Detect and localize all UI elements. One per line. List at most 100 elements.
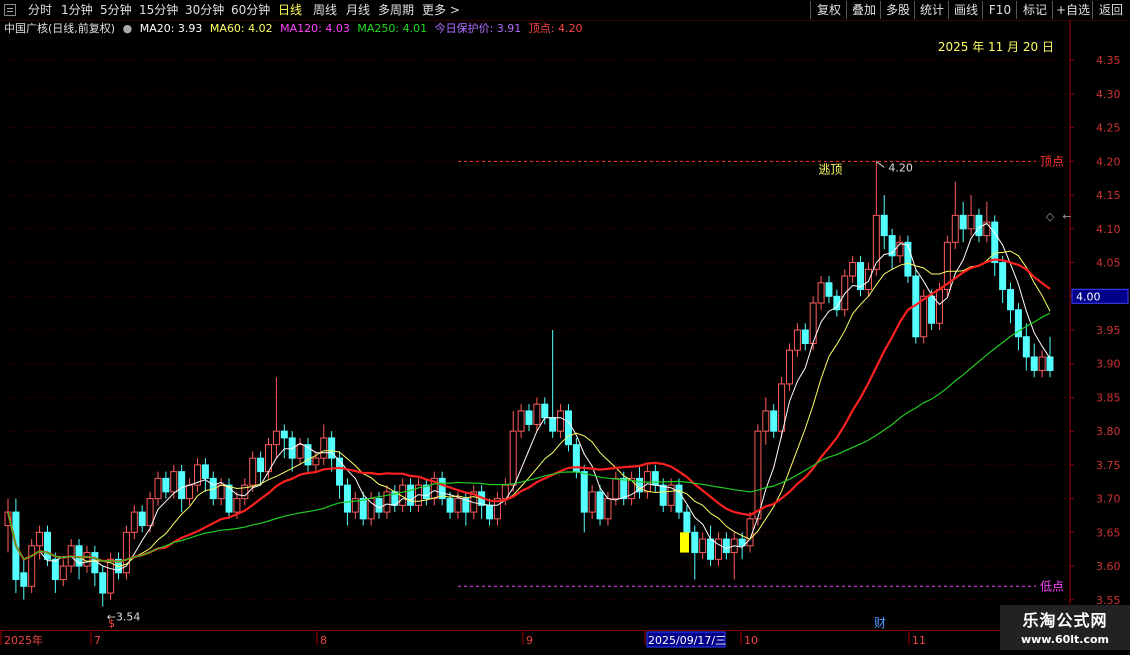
candle-body (651, 471, 659, 486)
high-pointer (876, 160, 885, 168)
candle-body (786, 349, 793, 385)
candle-body (170, 471, 178, 493)
price-tick-label: 4.20 (1096, 155, 1121, 168)
price-tick-label: 3.65 (1096, 526, 1121, 539)
candle-body (975, 214, 983, 237)
candle-body (359, 498, 367, 520)
ma-line-white (7, 222, 1051, 571)
candle-body (375, 498, 383, 513)
candle-body (280, 430, 288, 439)
candle-body (770, 410, 778, 432)
date-tick-label: 9 (526, 634, 533, 647)
price-tick-label: 4.05 (1096, 257, 1121, 270)
candle-body (825, 282, 833, 297)
candle-body (714, 538, 722, 560)
candle-body (146, 498, 154, 527)
menu-icon[interactable] (4, 4, 16, 16)
candle-body (928, 295, 936, 324)
price-tick-label: 4.25 (1096, 122, 1121, 135)
event-marker-dollar[interactable]: $ (108, 617, 115, 630)
candle-body (59, 565, 67, 581)
statistics-button[interactable]: 统计 (914, 1, 949, 19)
back-button[interactable]: 返回 (1092, 1, 1129, 19)
candle-body (257, 457, 265, 473)
period-daily[interactable]: 日线 (278, 0, 302, 20)
candle-body (233, 498, 241, 513)
candle-body (28, 545, 36, 587)
candle-body (580, 471, 588, 513)
candle-body (1022, 336, 1030, 358)
period-60min[interactable]: 60分钟 (231, 0, 270, 20)
settings-icon[interactable]: ◇ (1046, 210, 1055, 223)
bottom-label: 低点 (1040, 579, 1064, 593)
candle-body (130, 511, 138, 533)
candle-body (904, 241, 912, 277)
date-tick-label: 2025/09/17/三 (648, 634, 726, 647)
candle-body (762, 410, 770, 432)
candle-body (20, 572, 28, 587)
price-tick-label: 4.15 (1096, 189, 1121, 202)
candle-body (36, 531, 44, 547)
candle-body (486, 504, 494, 520)
period-1min[interactable]: 1分钟 (61, 0, 93, 20)
price-tick-label: 3.75 (1096, 459, 1121, 472)
fuquan-button[interactable]: 复权 (810, 1, 847, 19)
candle-body (43, 531, 51, 560)
candle-body (99, 572, 107, 594)
candle-body (699, 538, 707, 554)
mark-button[interactable]: 标记 (1016, 1, 1053, 19)
candle-body (596, 491, 604, 520)
candle-body (288, 437, 296, 459)
collapse-icon[interactable]: ← (1062, 210, 1071, 223)
candle-body (1030, 356, 1038, 371)
period-15min[interactable]: 15分钟 (139, 0, 178, 20)
period-weekly[interactable]: 周线 (313, 0, 337, 20)
candle-body (312, 457, 320, 466)
candle-body (557, 410, 565, 432)
candle-body (659, 484, 667, 506)
add-watchlist-button[interactable]: +自选 (1052, 1, 1093, 19)
candle-body (407, 484, 415, 506)
candlestick-chart[interactable]: 4.35 4.30 4.25 4.20 4.15 4.10 4.05 4.00 3.95 3.90… (0, 20, 1130, 630)
event-marker-finance[interactable]: 财 (874, 616, 886, 630)
price-grid (4, 59, 1070, 601)
price-tick-label: 4.10 (1096, 223, 1121, 236)
period-30min[interactable]: 30分钟 (185, 0, 224, 20)
candle-body (296, 444, 304, 459)
candle-body (801, 329, 809, 344)
date-axis: 2025年 7 8 9 2025/09/17/三 10 11 (0, 630, 1130, 651)
period-more[interactable]: 更多 > (422, 0, 460, 20)
candle-body (691, 531, 699, 554)
candle-body (51, 558, 59, 581)
price-tick-label: 3.90 (1096, 358, 1121, 371)
watermark-url: www.60lt.com (1020, 633, 1110, 646)
date-tick-label: 7 (94, 634, 101, 647)
candle-body (186, 484, 194, 500)
multi-stock-button[interactable]: 多股 (880, 1, 915, 19)
candle-body (951, 214, 959, 243)
date-tick-label: 10 (744, 634, 758, 647)
candle-body (959, 214, 967, 230)
candle-body (793, 329, 801, 351)
draw-line-button[interactable]: 画线 (948, 1, 983, 19)
period-fenshi[interactable]: 分时 (28, 0, 52, 20)
candle-body (707, 538, 715, 560)
candle-body (864, 268, 872, 291)
overlay-button[interactable]: 叠加 (846, 1, 881, 19)
candle-body (1046, 356, 1054, 371)
date-axis-svg: 2025年 7 8 9 2025/09/17/三 10 11 (0, 631, 926, 648)
candle-body (967, 214, 975, 230)
current-price-label: 4.00 (1076, 290, 1101, 303)
f10-button[interactable]: F10 (982, 1, 1017, 19)
selected-candle-highlight (680, 532, 689, 553)
price-tick-label: 3.60 (1096, 560, 1121, 573)
date-tick-label: 2025年 (4, 633, 43, 647)
price-tick-label: 4.30 (1096, 88, 1121, 101)
candle-body (849, 262, 857, 277)
candle-body (722, 538, 730, 554)
period-multi[interactable]: 多周期 (378, 0, 414, 20)
candles-layer (4, 161, 1054, 607)
period-5min[interactable]: 5分钟 (100, 0, 132, 20)
period-monthly[interactable]: 月线 (346, 0, 370, 20)
high-value-label: 4.20 (888, 161, 913, 174)
